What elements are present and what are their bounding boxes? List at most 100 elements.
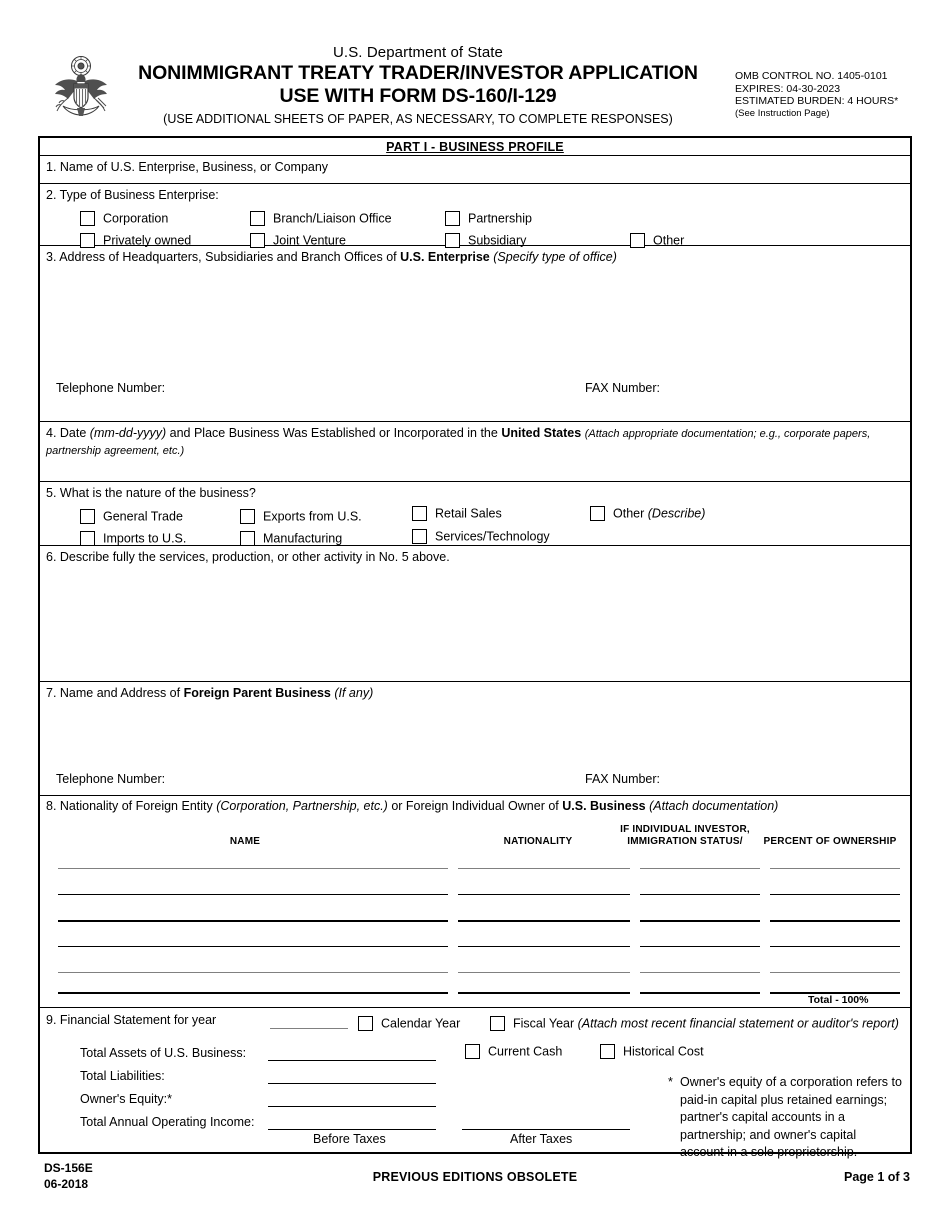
checkbox-label: Branch/Liaison Office — [273, 211, 392, 226]
table-row-line-name[interactable] — [58, 972, 448, 973]
checkbox-label-suffix: (Describe) — [647, 506, 706, 521]
checkbox-other-nature[interactable]: Other (Describe) — [590, 506, 706, 522]
checkbox-box-icon[interactable] — [465, 1044, 480, 1060]
table-row-line-name[interactable] — [58, 946, 448, 947]
total-assets-label: Total Assets of U.S. Business: — [80, 1046, 247, 1060]
checkbox-box-icon[interactable] — [445, 211, 460, 227]
financial-year-input-line[interactable] — [270, 1028, 348, 1029]
checkbox-exports-from-us[interactable]: Exports from U.S. — [240, 509, 362, 525]
operating-income-after-taxes-line[interactable] — [462, 1129, 630, 1130]
checkbox-current-cash[interactable]: Current Cash — [465, 1044, 563, 1060]
checkbox-services-technology[interactable]: Services/Technology — [412, 529, 550, 545]
table-row-line-percent[interactable] — [770, 946, 900, 947]
total-annual-operating-income-label: Total Annual Operating Income: — [80, 1115, 255, 1129]
table-row-line-percent[interactable] — [770, 920, 900, 922]
checkbox-label: Corporation — [103, 211, 169, 226]
question-2-label: 2. Type of Business Enterprise: — [46, 188, 219, 202]
checkbox-box-icon[interactable] — [240, 509, 255, 525]
checkbox-corporation[interactable]: Corporation — [80, 211, 169, 227]
checkbox-box-icon[interactable] — [600, 1044, 615, 1060]
question-1: 1. Name of U.S. Enterprise, Business, or… — [40, 156, 910, 184]
table-row-line-nationality[interactable] — [458, 868, 630, 869]
table-row-line-name[interactable] — [58, 868, 448, 869]
question-7: 7. Name and Address of Foreign Parent Bu… — [40, 682, 910, 796]
table-row-line-status[interactable] — [640, 946, 760, 947]
checkbox-label: Exports from U.S. — [263, 509, 362, 524]
q7-fax-label: FAX Number: — [585, 772, 661, 786]
ownership-total-label: Total - 100% — [808, 994, 869, 1006]
table-row-line-nationality[interactable] — [458, 946, 630, 947]
question-5: 5. What is the nature of the business? G… — [40, 482, 910, 547]
page-footer: DS-156E 06-2018 PREVIOUS EDITIONS OBSOLE… — [0, 1160, 950, 1206]
title-block: U.S. Department of State NONIMMIGRANT TR… — [120, 44, 716, 128]
total-liabilities-label: Total Liabilities: — [80, 1069, 165, 1083]
checkbox-box-icon[interactable] — [490, 1016, 505, 1032]
checkbox-box-icon[interactable] — [358, 1016, 373, 1032]
checkbox-general-trade[interactable]: General Trade — [80, 509, 183, 525]
checkbox-box-icon[interactable] — [250, 211, 265, 227]
column-header-nationality: NATIONALITY — [503, 836, 573, 847]
question-6: 6. Describe fully the services, producti… — [40, 546, 910, 682]
total-liabilities-input-line[interactable] — [268, 1083, 436, 1084]
omb-block: OMB CONTROL NO. 1405-0101 EXPIRES: 04-30… — [735, 70, 898, 120]
question-9: 9. Financial Statement for year Calendar… — [40, 1008, 910, 1159]
omb-expires: EXPIRES: 04-30-2023 — [735, 82, 841, 95]
checkbox-calendar-year[interactable]: Calendar Year — [358, 1016, 461, 1032]
checkbox-label: Imports to U.S. — [103, 531, 187, 546]
table-row-line-nationality[interactable] — [458, 920, 630, 922]
part-i-header-row: PART I - BUSINESS PROFILE — [40, 138, 910, 156]
owners-equity-input-line[interactable] — [268, 1106, 436, 1107]
table-row-line-status[interactable] — [640, 992, 760, 994]
part-i-title: PART I - BUSINESS PROFILE — [386, 140, 564, 154]
table-row-line-status[interactable] — [640, 868, 760, 869]
checkbox-label: Services/Technology — [435, 529, 550, 544]
table-row-line-nationality[interactable] — [458, 992, 630, 994]
checkbox-label: Other — [613, 506, 645, 521]
owners-equity-label: Owner's Equity:* — [80, 1092, 173, 1106]
checkbox-box-icon[interactable] — [590, 506, 605, 522]
question-4-label: 4. Date (mm-dd-yyyy) and Place Business … — [46, 426, 871, 457]
checkbox-box-icon[interactable] — [80, 211, 95, 227]
owners-equity-footnote: * Owner's equity of a corporation refers … — [668, 1075, 902, 1159]
column-header-name: NAME — [229, 836, 261, 847]
fiscal-year-note: (Attach most recent financial statement … — [577, 1016, 899, 1031]
table-row-line-status[interactable] — [640, 972, 760, 973]
checkbox-branch-liaison-office[interactable]: Branch/Liaison Office — [250, 211, 392, 227]
checkbox-historical-cost[interactable]: Historical Cost — [600, 1044, 704, 1060]
operating-income-before-taxes-line[interactable] — [268, 1129, 436, 1130]
checkbox-label: Calendar Year — [381, 1016, 461, 1031]
q3-telephone-label: Telephone Number: — [56, 381, 166, 395]
table-row-line-status[interactable] — [640, 920, 760, 922]
table-row-line-percent[interactable] — [770, 894, 900, 895]
table-row-line-name[interactable] — [58, 920, 448, 922]
checkbox-fiscal-year[interactable]: Fiscal Year (Attach most recent financia… — [490, 1016, 899, 1032]
checkbox-manufacturing[interactable]: Manufacturing — [240, 531, 342, 547]
form-subtitle: (USE ADDITIONAL SHEETS OF PAPER, AS NECE… — [163, 112, 673, 126]
checkbox-box-icon[interactable] — [412, 529, 427, 545]
table-row-line-percent[interactable] — [770, 972, 900, 973]
footnote-asterisk-icon: * — [668, 1075, 673, 1089]
column-header-immigration-status: IF INDIVIDUAL INVESTOR, IMMIGRATION STAT… — [620, 824, 750, 847]
checkbox-label: Current Cash — [488, 1044, 563, 1059]
checkbox-box-icon[interactable] — [80, 509, 95, 525]
total-assets-input-line[interactable] — [268, 1060, 436, 1061]
omb-burden: ESTIMATED BURDEN: 4 HOURS* — [735, 95, 899, 108]
checkbox-box-icon[interactable] — [240, 531, 255, 547]
table-row-line-name[interactable] — [58, 894, 448, 895]
checkbox-label: Partnership — [468, 211, 532, 226]
checkbox-box-icon[interactable] — [412, 506, 427, 522]
table-row-line-nationality[interactable] — [458, 972, 630, 973]
before-taxes-label: Before Taxes — [313, 1132, 386, 1146]
table-row-line-name[interactable] — [58, 992, 448, 994]
table-row-line-status[interactable] — [640, 894, 760, 895]
checkbox-imports-to-us[interactable]: Imports to U.S. — [80, 531, 187, 547]
question-7-label: 7. Name and Address of Foreign Parent Bu… — [46, 686, 374, 700]
question-4: 4. Date (mm-dd-yyyy) and Place Business … — [40, 422, 910, 482]
checkbox-retail-sales[interactable]: Retail Sales — [412, 506, 502, 522]
question-1-label: 1. Name of U.S. Enterprise, Business, or… — [46, 160, 329, 174]
form-title-line2: USE WITH FORM DS-160/I-129 — [279, 85, 557, 107]
table-row-line-percent[interactable] — [770, 868, 900, 869]
checkbox-partnership[interactable]: Partnership — [445, 211, 532, 227]
checkbox-box-icon[interactable] — [80, 531, 95, 547]
table-row-line-nationality[interactable] — [458, 894, 630, 895]
